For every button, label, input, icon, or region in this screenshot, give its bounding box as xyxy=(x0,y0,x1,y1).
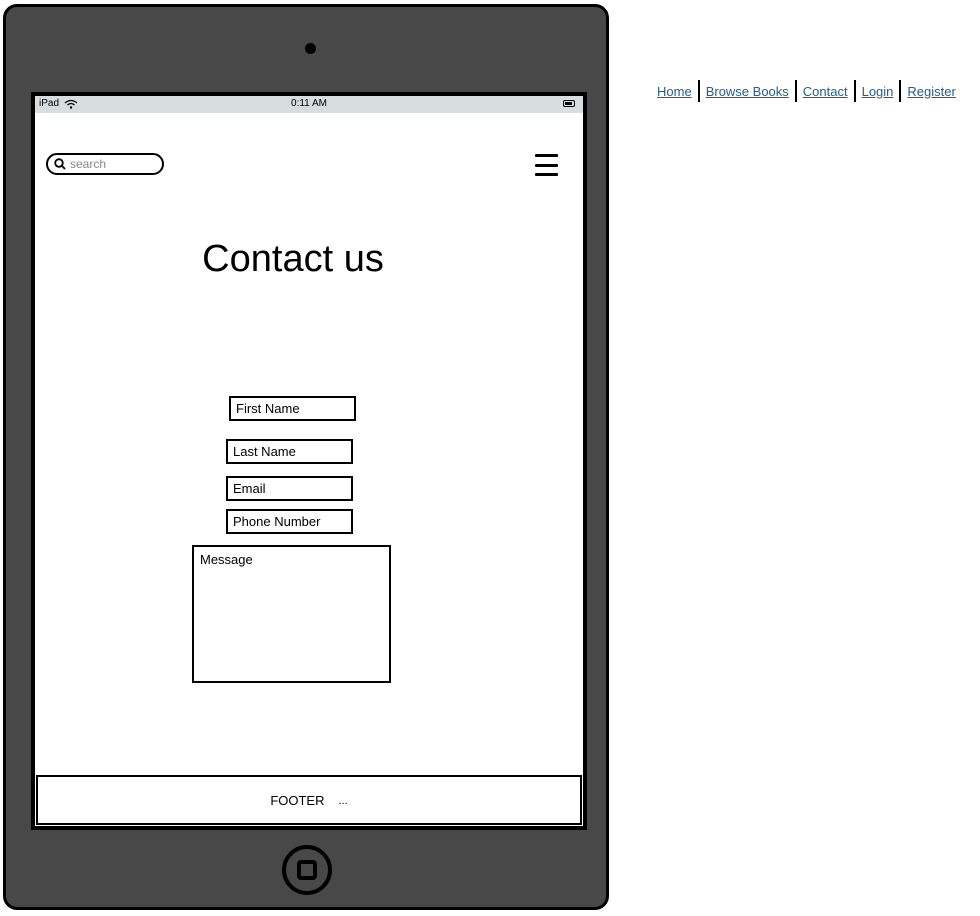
menu-bar xyxy=(535,173,558,176)
top-nav: Home Browse Books Contact Login Register xyxy=(651,80,962,102)
tablet-screen: iPad 0:11 AM Contact us xyxy=(31,92,587,830)
footer-ellipsis: ... xyxy=(338,795,348,807)
search-input[interactable] xyxy=(66,157,155,171)
phone-number-field[interactable] xyxy=(226,509,353,534)
home-button[interactable] xyxy=(282,845,332,895)
first-name-field[interactable] xyxy=(229,396,356,421)
menu-bar xyxy=(535,163,558,167)
last-name-field[interactable] xyxy=(226,439,353,464)
footer-label: FOOTER xyxy=(270,792,325,808)
menu-bar xyxy=(535,154,558,157)
page-title: Contact us xyxy=(202,238,384,280)
search-box[interactable] xyxy=(46,153,164,175)
home-button-icon xyxy=(297,860,317,880)
status-time: 0:11 AM xyxy=(291,98,327,109)
message-field[interactable] xyxy=(192,545,391,683)
nav-link-contact[interactable]: Contact xyxy=(797,84,854,99)
nav-link-home[interactable]: Home xyxy=(651,84,698,99)
email-field[interactable] xyxy=(226,476,353,501)
nav-link-browse-books[interactable]: Browse Books xyxy=(700,84,795,99)
status-bar: iPad 0:11 AM xyxy=(35,96,583,113)
battery-icon xyxy=(563,100,575,107)
menu-hamburger-icon[interactable] xyxy=(535,154,558,176)
footer: FOOTER ... xyxy=(36,775,582,825)
nav-link-register[interactable]: Register xyxy=(901,84,961,99)
search-icon xyxy=(54,158,66,170)
nav-link-login[interactable]: Login xyxy=(856,84,900,99)
camera-dot xyxy=(305,43,316,54)
tablet-frame: iPad 0:11 AM Contact us xyxy=(3,4,609,910)
